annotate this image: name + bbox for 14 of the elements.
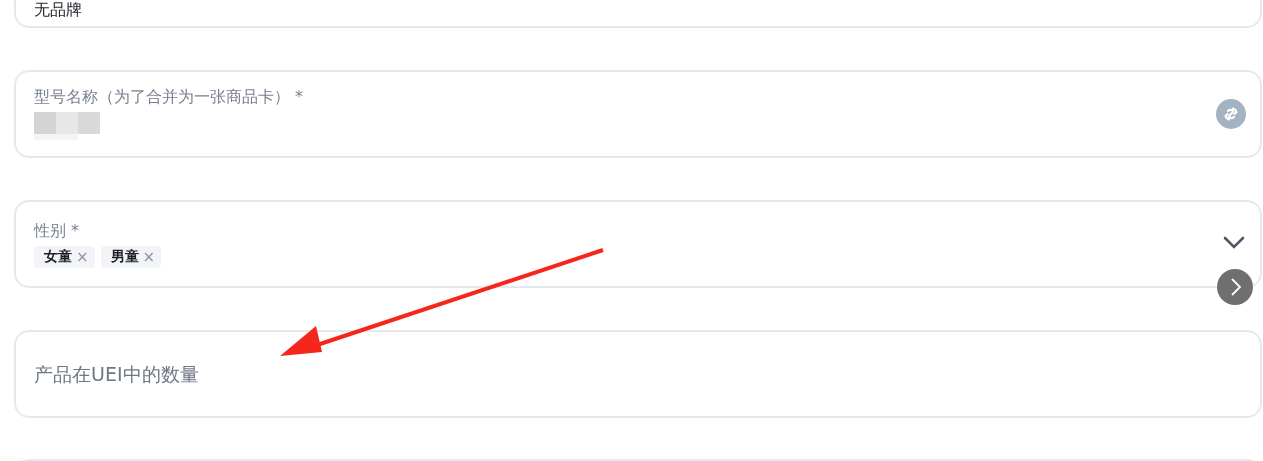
field-label: 型号名称（为了合并为一张商品卡） * [34, 86, 304, 108]
remove-tag-button[interactable]: × [76, 247, 89, 266]
text-field[interactable]: 无品牌 [14, 0, 1262, 28]
field-label: 性别 * [34, 220, 80, 242]
tag-label: 女童 [44, 247, 72, 266]
quantity-input[interactable]: 产品在UEI中的数量 [34, 363, 434, 385]
chevron-down-icon[interactable] [1223, 236, 1245, 250]
remove-tag-button[interactable]: × [142, 247, 156, 266]
form-field[interactable]: 产品在UEI中的数量 [14, 330, 1262, 418]
next-button[interactable] [1217, 269, 1253, 305]
form-field[interactable]: 性别 * 女童 × 男童 × [14, 200, 1262, 288]
form-field[interactable]: 型号名称（为了合并为一张商品卡） * [14, 70, 1262, 158]
tag-label: 男童 [110, 247, 139, 266]
field-value: 无品牌 [34, 0, 82, 20]
